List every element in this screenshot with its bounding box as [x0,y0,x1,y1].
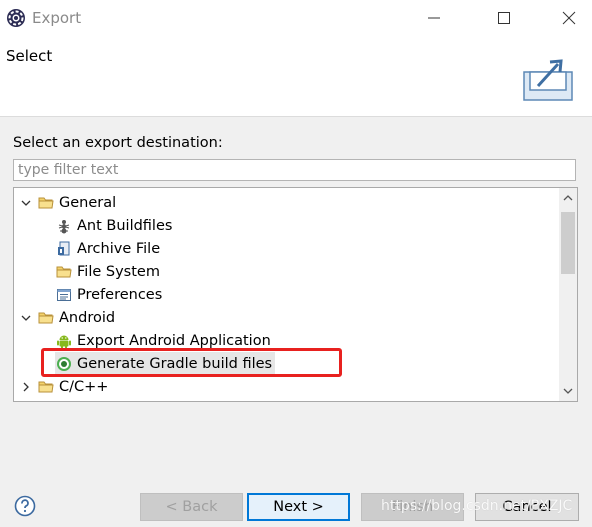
filter-input[interactable] [13,159,576,181]
tree-label: File System [77,263,160,280]
minimize-button[interactable] [411,0,457,36]
tree-node-cpp[interactable]: C/C++ [14,375,554,398]
minimize-icon [428,17,440,19]
tree-node-archive-file[interactable]: Archive File [14,237,554,260]
maximize-button[interactable] [481,0,527,36]
help-icon[interactable] [14,495,36,517]
scroll-thumb[interactable] [561,212,575,274]
chevron-down-icon [563,388,573,394]
tree-label: Archive File [77,240,161,257]
tree-label: Preferences [77,286,163,303]
chevron-down-icon[interactable] [20,312,32,324]
tree-node-ant-buildfiles[interactable]: Ant Buildfiles [14,214,554,237]
tree-node-preferences[interactable]: Preferences [14,283,554,306]
tree-label-general: General [59,194,117,211]
eclipse-gear-icon [6,8,26,28]
close-window-button[interactable] [546,0,592,36]
tree-label-cpp: C/C++ [59,378,109,395]
android-robot-icon [56,333,72,349]
scroll-down-button[interactable] [559,381,577,401]
tree-label: Export Android Application [77,332,271,349]
folder-icon [38,310,54,326]
title-bar: Export [0,0,592,36]
tree-node-general[interactable]: General [14,191,554,214]
back-button[interactable]: < Back [140,493,243,521]
preferences-icon [56,287,72,303]
export-tray-icon [520,48,576,104]
tree-node-file-system[interactable]: File System [14,260,554,283]
chevron-right-icon[interactable] [20,381,32,393]
chevron-up-icon [563,195,573,201]
archive-file-icon [56,241,72,257]
folder-icon [56,264,72,280]
window-title: Export [32,9,82,27]
wizard-header: Select [0,36,592,117]
page-title: Select [6,47,53,65]
tree-label: Ant Buildfiles [77,217,173,234]
tree-label-android: Android [59,309,116,326]
tree-scrollbar[interactable] [559,188,577,401]
folder-icon [38,379,54,395]
folder-icon [38,195,54,211]
ant-icon [56,218,72,234]
export-destination-prompt: Select an export destination: [13,135,223,151]
cancel-button[interactable]: Cancel [475,493,579,521]
next-button[interactable]: Next > [247,493,350,521]
close-icon [562,11,576,25]
maximize-icon [498,12,510,24]
tree-node-android[interactable]: Android [14,306,554,329]
annotation-highlight-box [41,348,342,377]
scroll-up-button[interactable] [559,188,577,208]
finish-button[interactable]: Finish [361,493,464,521]
chevron-down-icon[interactable] [20,197,32,209]
